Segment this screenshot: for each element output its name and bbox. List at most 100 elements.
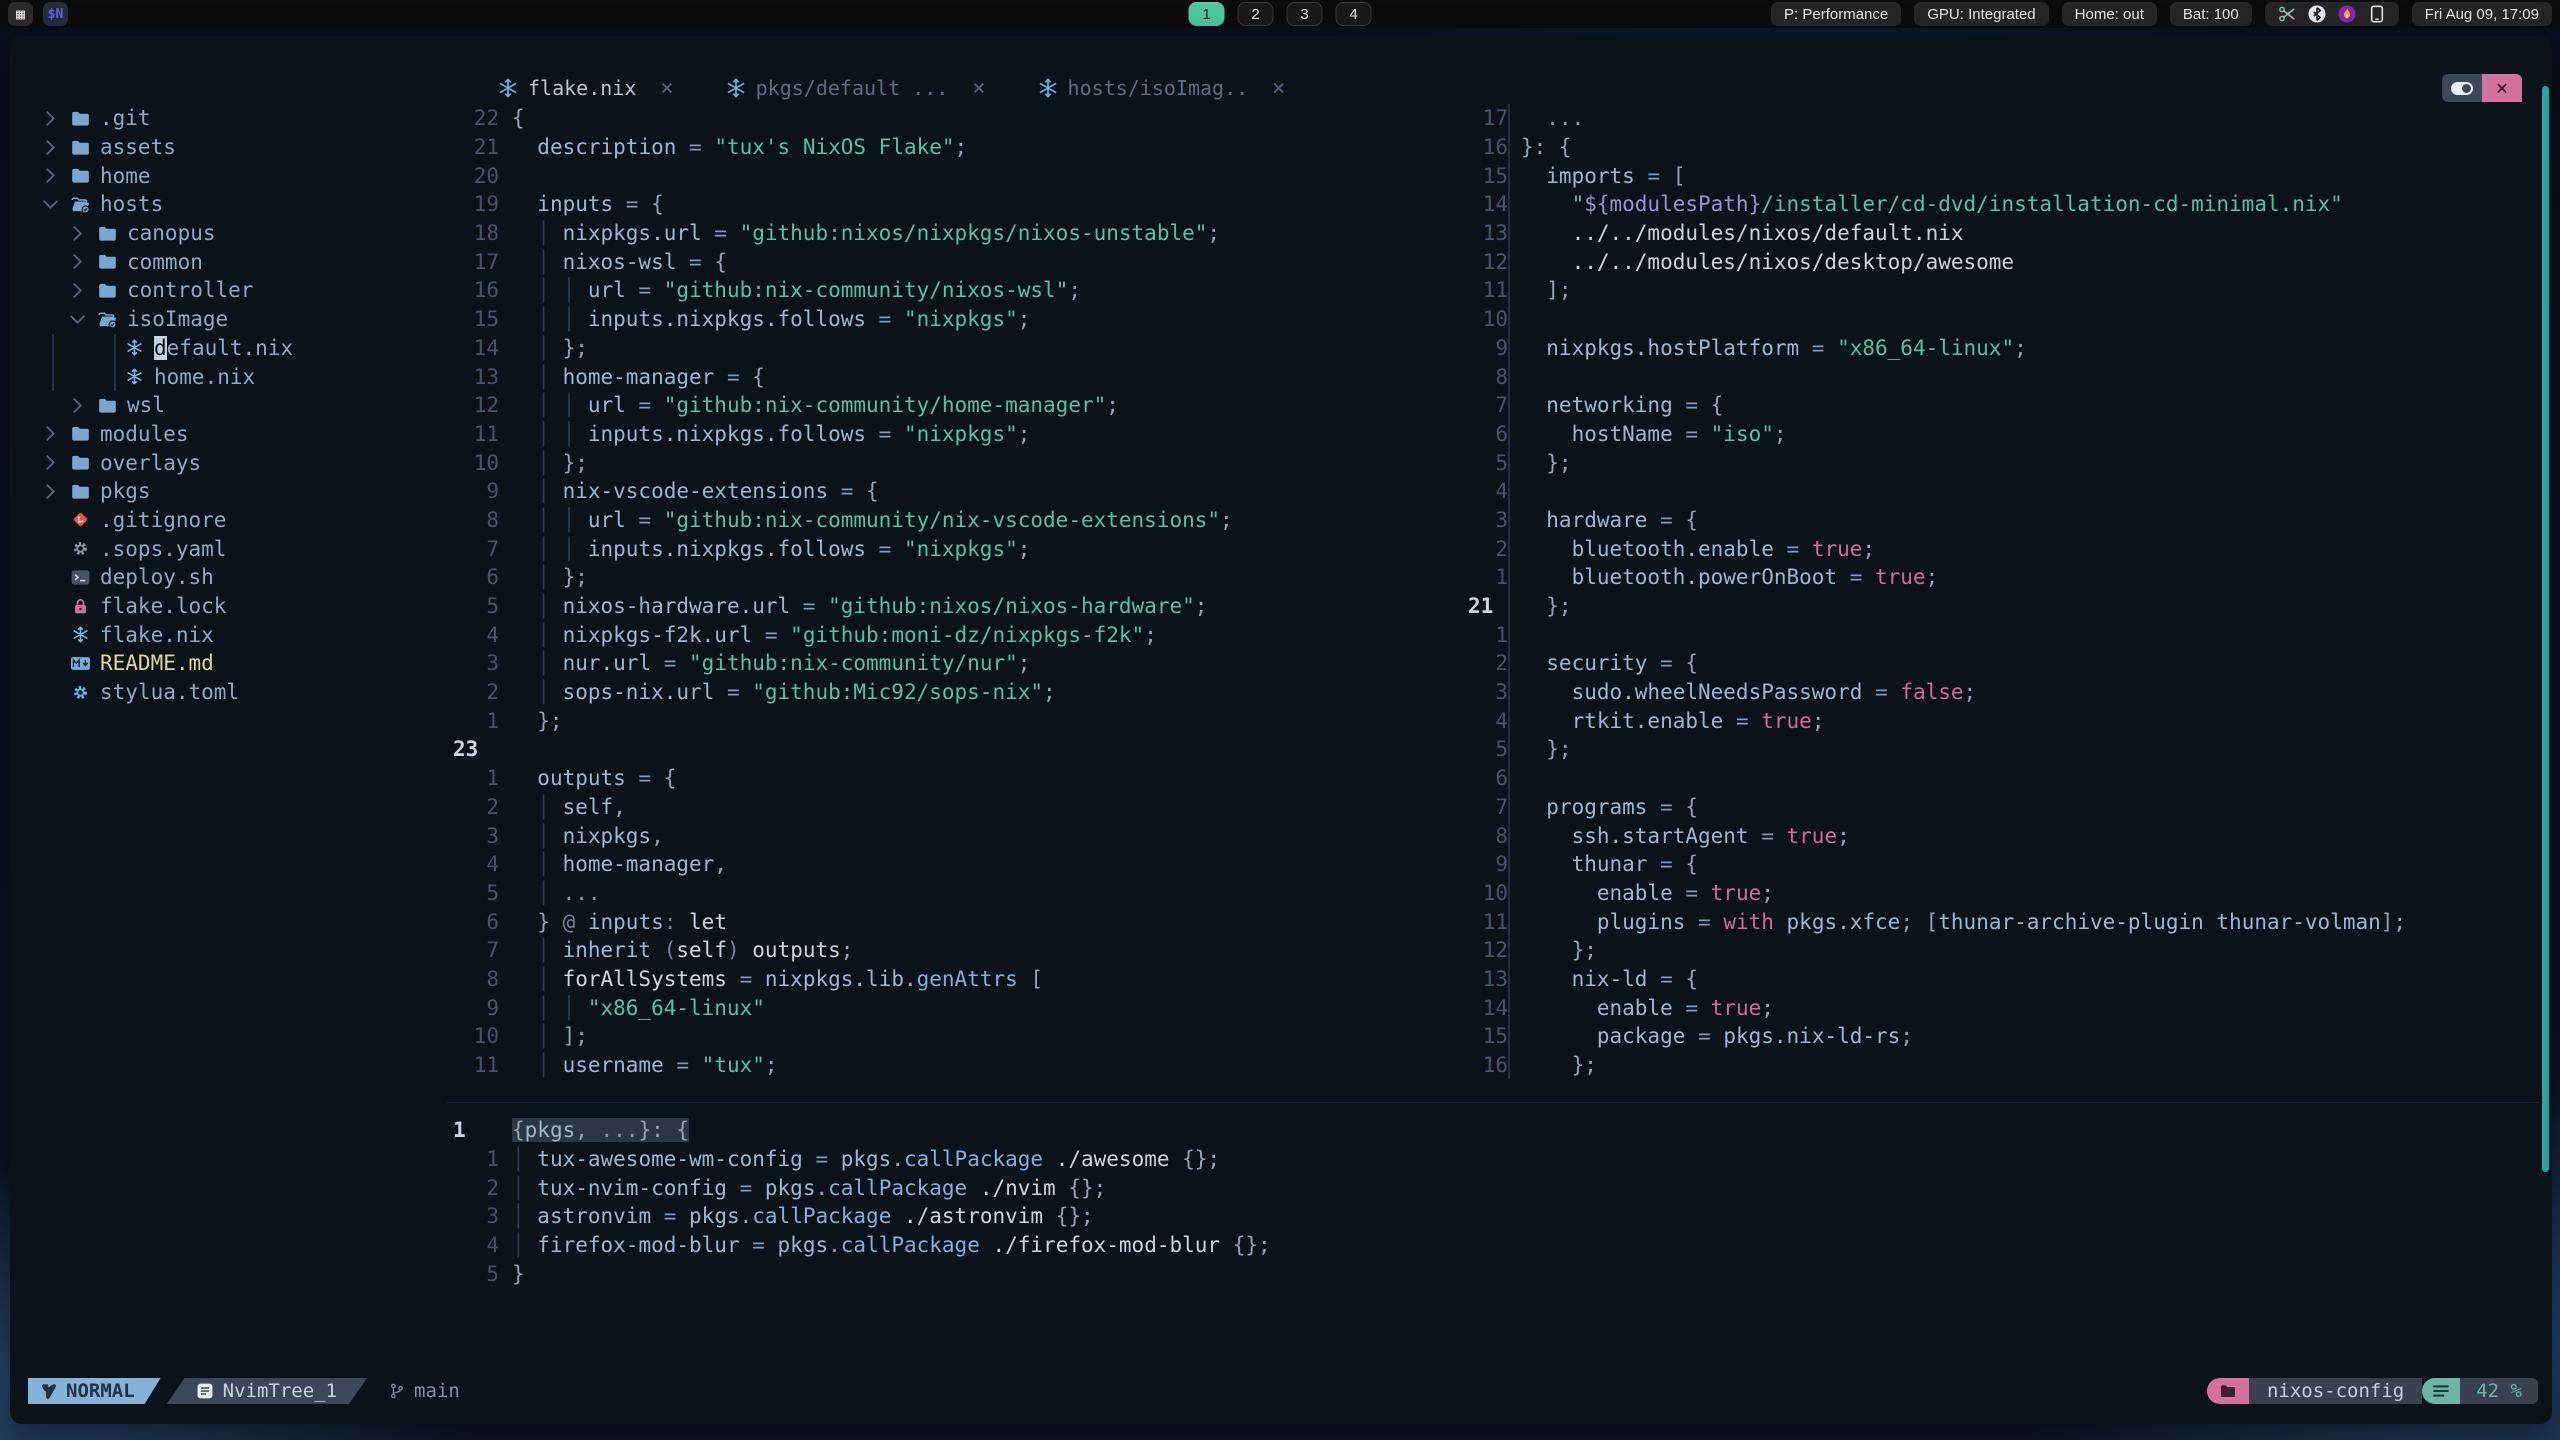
line-content[interactable]: } [499,1259,525,1288]
line-content[interactable]: programs = { [1508,792,1698,822]
workspace-1[interactable]: 1 [1188,2,1225,26]
window-close-button[interactable]: × [2482,74,2522,102]
line-content[interactable]: │ │ url = "github:nix-community/home-man… [499,391,1119,420]
line-content[interactable]: thunar = { [1508,849,1698,879]
line-content[interactable] [1508,620,1521,650]
line-content[interactable]: │ nur.url = "github:nix-community/nur"; [499,649,1030,678]
tree-item-overlays[interactable]: overlays [10,448,442,477]
tree-item-.git[interactable]: .git [10,104,442,133]
chevron-right-icon[interactable] [72,398,98,413]
chevron-right-icon[interactable] [45,139,71,155]
line-content[interactable]: │ tux-awesome-wm-config = pkgs.callPacka… [499,1145,1220,1174]
line-content[interactable]: nix-ld = { [1508,964,1698,994]
line-content[interactable]: │ forAllSystems = nixpkgs.lib.genAttrs [ [499,965,1043,994]
tab-pkgs-default-...[interactable]: pkgs/default ... × [700,76,1012,101]
tree-item-.sops.yaml[interactable]: .sops.yaml [10,534,442,563]
line-content[interactable]: │ home-manager, [499,850,727,879]
bluetooth-icon[interactable] [2308,5,2326,23]
line-content[interactable]: │ │ url = "github:nix-community/nixos-ws… [499,276,1081,305]
line-content[interactable]: │ firefox-mod-blur = pkgs.callPackage ./… [499,1231,1271,1260]
line-content[interactable]: hostName = "iso"; [1508,419,1787,449]
chevron-right-icon[interactable] [45,168,71,183]
tab-close-icon[interactable]: × [972,76,985,101]
chevron-right-icon[interactable] [45,455,71,470]
tree-item-.gitignore[interactable]: .gitignore [10,506,442,535]
line-content[interactable]: sudo.wheelNeedsPassword = false; [1508,677,1976,707]
tree-item-default.nix[interactable]: default.nix [10,333,442,363]
tab-flake.nix[interactable]: flake.nix × [472,76,700,101]
line-content[interactable] [1508,362,1521,391]
chevron-right-icon[interactable] [45,111,71,126]
tree-item-common[interactable]: common [10,247,442,276]
tree-item-README.md[interactable]: README.md [10,649,442,678]
line-content[interactable]: security = { [1508,649,1698,678]
line-content[interactable] [1508,476,1521,506]
workspace-4[interactable]: 4 [1335,2,1372,26]
line-content[interactable]: │ nix-vscode-extensions = { [499,477,878,506]
tree-item-controller[interactable]: controller [10,276,442,305]
line-content[interactable]: │ nixpkgs-f2k.url = "github:moni-dz/nixp… [499,620,1157,649]
line-content[interactable]: │ │ inputs.nixpkgs.follows = "nixpkgs"; [499,420,1030,449]
tab-close-icon[interactable]: × [1272,76,1285,101]
line-content[interactable]: │ inherit (self) outputs; [499,936,853,965]
line-content[interactable]: │ nixpkgs.url = "github:nixos/nixpkgs/ni… [499,219,1220,248]
tree-item-stylua.toml[interactable]: stylua.toml [10,678,442,707]
tree-item-flake.lock[interactable]: flake.lock [10,592,442,621]
tree-item-home[interactable]: home [10,161,442,190]
line-content[interactable]: package = pkgs.nix-ld-rs; [1508,1022,1913,1051]
chevron-right-icon[interactable] [72,225,98,241]
line-content[interactable]: }; [1508,1050,1597,1080]
line-content[interactable]: }; [499,706,562,735]
line-content[interactable]: │ }; [499,563,588,592]
line-content[interactable]: │ ]; [499,1022,588,1051]
line-content[interactable]: {pkgs, ...}: { [499,1116,690,1145]
line-content[interactable]: outputs = { [499,764,676,793]
chevron-down-icon[interactable] [43,197,71,212]
line-content[interactable]: │ }; [499,448,588,477]
line-content[interactable]: │ │ inputs.nixpkgs.follows = "nixpkgs"; [499,534,1030,563]
tree-item-flake.nix[interactable]: flake.nix [10,620,442,649]
line-content[interactable]: rtkit.enable = true; [1508,706,1824,736]
nix-launcher-icon[interactable]: $N [43,2,68,26]
tree-item-modules[interactable]: modules [10,420,442,449]
tree-item-assets[interactable]: assets [10,133,442,162]
chevron-right-icon[interactable] [72,254,98,269]
line-content[interactable]: │ tux-nvim-config = pkgs.callPackage ./n… [499,1173,1106,1202]
line-content[interactable]: nixpkgs.hostPlatform = "x86_64-linux"; [1508,333,2027,363]
chevron-right-icon[interactable] [45,426,71,442]
line-content[interactable] [499,161,512,190]
line-content[interactable]: │ ... [499,879,600,908]
tab-close-icon[interactable]: × [660,76,673,101]
workspace-2[interactable]: 2 [1237,2,1274,26]
workspace-3[interactable]: 3 [1286,2,1323,26]
tree-item-isoImage[interactable]: isoImage [10,305,442,334]
scissors-icon[interactable] [2278,5,2296,23]
line-content[interactable] [1508,763,1521,793]
line-content[interactable]: │ self, [499,793,626,822]
line-content[interactable] [1508,304,1521,334]
line-content[interactable]: ../../modules/nixos/default.nix [1508,218,1964,248]
scrollbar[interactable] [2542,86,2549,1172]
line-content[interactable]: │ astronvim = pkgs.callPackage ./astronv… [499,1202,1094,1231]
line-content[interactable]: │ │ "x86_64-linux" [499,993,765,1022]
window-toggle-button[interactable] [2442,74,2482,102]
line-content[interactable]: hardware = { [1508,505,1698,535]
line-content[interactable]: bluetooth.enable = true; [1508,534,1875,563]
line-content[interactable]: bluetooth.powerOnBoot = true; [1508,563,1938,592]
apps-grid-icon[interactable]: ▦ [8,2,33,26]
line-content[interactable]: enable = true; [1508,993,1774,1022]
line-content[interactable] [499,735,512,764]
tree-item-pkgs[interactable]: pkgs [10,477,442,506]
line-content[interactable]: │ sops-nix.url = "github:Mic92/sops-nix"… [499,678,1055,707]
line-content[interactable]: }; [1508,735,1572,764]
line-content[interactable]: │ nixos-wsl = { [499,247,727,276]
line-content[interactable]: enable = true; [1508,878,1774,908]
line-content[interactable]: imports = [ [1508,161,1685,191]
tree-item-canopus[interactable]: canopus [10,219,442,248]
line-content[interactable]: │ }; [499,334,588,363]
line-content[interactable]: { [499,104,525,133]
line-content[interactable]: }: { [1508,132,1572,162]
line-content[interactable]: }; [1508,935,1597,965]
line-content[interactable]: │ home-manager = { [499,362,765,391]
line-content[interactable]: "${modulesPath}/installer/cd-dvd/install… [1508,190,2343,219]
